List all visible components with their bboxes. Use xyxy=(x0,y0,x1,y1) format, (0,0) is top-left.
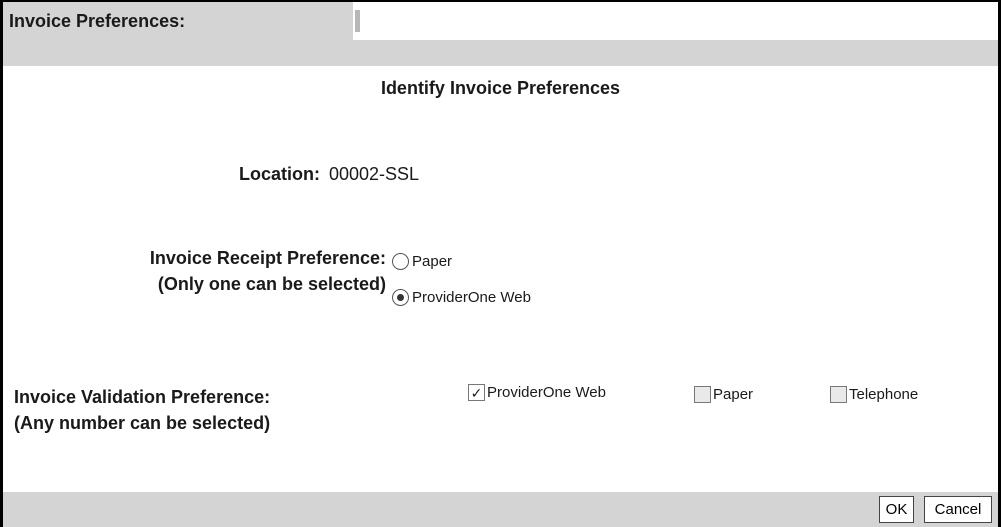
location-value: 00002-SSL xyxy=(329,164,420,184)
ok-button[interactable]: OK xyxy=(879,496,914,523)
validation-preference-label-line1: Invoice Validation Preference: xyxy=(14,387,271,407)
header-subbar xyxy=(3,40,998,66)
location-label: Location: xyxy=(239,164,320,184)
checkbox-paper[interactable] xyxy=(694,386,711,403)
validation-preference-label-line2: (Any number can be selected) xyxy=(14,413,271,433)
cancel-button[interactable]: Cancel xyxy=(924,496,992,523)
checkbox-telephone[interactable] xyxy=(830,386,847,403)
validation-option-providerone-web-label: ProviderOne Web xyxy=(487,384,606,401)
header-bar: Invoice Preferences: xyxy=(3,2,998,40)
radio-providerone-web[interactable] xyxy=(392,289,409,306)
validation-preference-label: Invoice Validation Preference: (Any numb… xyxy=(14,384,270,436)
radio-paper[interactable] xyxy=(392,253,409,270)
header-blank-area xyxy=(361,2,998,40)
validation-option-paper-label: Paper xyxy=(713,386,754,403)
header-title: Invoice Preferences: xyxy=(9,11,186,31)
validation-option-telephone[interactable]: Telephone xyxy=(830,386,918,403)
header-tab: Invoice Preferences: xyxy=(3,2,353,40)
validation-option-telephone-label: Telephone xyxy=(849,386,919,403)
validation-option-paper[interactable]: Paper xyxy=(694,386,753,403)
receipt-preference-label: Invoice Receipt Preference: (Only one ca… xyxy=(0,245,386,297)
page-title: Identify Invoice Preferences xyxy=(380,78,621,98)
receipt-preference-label-line1: Invoice Receipt Preference: xyxy=(149,248,386,268)
receipt-option-providerone-web[interactable]: ProviderOne Web xyxy=(392,289,531,306)
receipt-option-paper[interactable]: Paper xyxy=(392,253,452,270)
footer-bar: OK Cancel xyxy=(3,492,998,527)
checkbox-providerone-web[interactable]: ✓ xyxy=(468,384,485,401)
receipt-option-paper-label: Paper xyxy=(412,253,453,270)
receipt-preference-label-line2: (Only one can be selected) xyxy=(157,274,386,294)
validation-option-providerone-web[interactable]: ✓ ProviderOne Web xyxy=(468,384,606,401)
receipt-option-providerone-web-label: ProviderOne Web xyxy=(412,289,531,306)
header-divider xyxy=(355,10,360,32)
